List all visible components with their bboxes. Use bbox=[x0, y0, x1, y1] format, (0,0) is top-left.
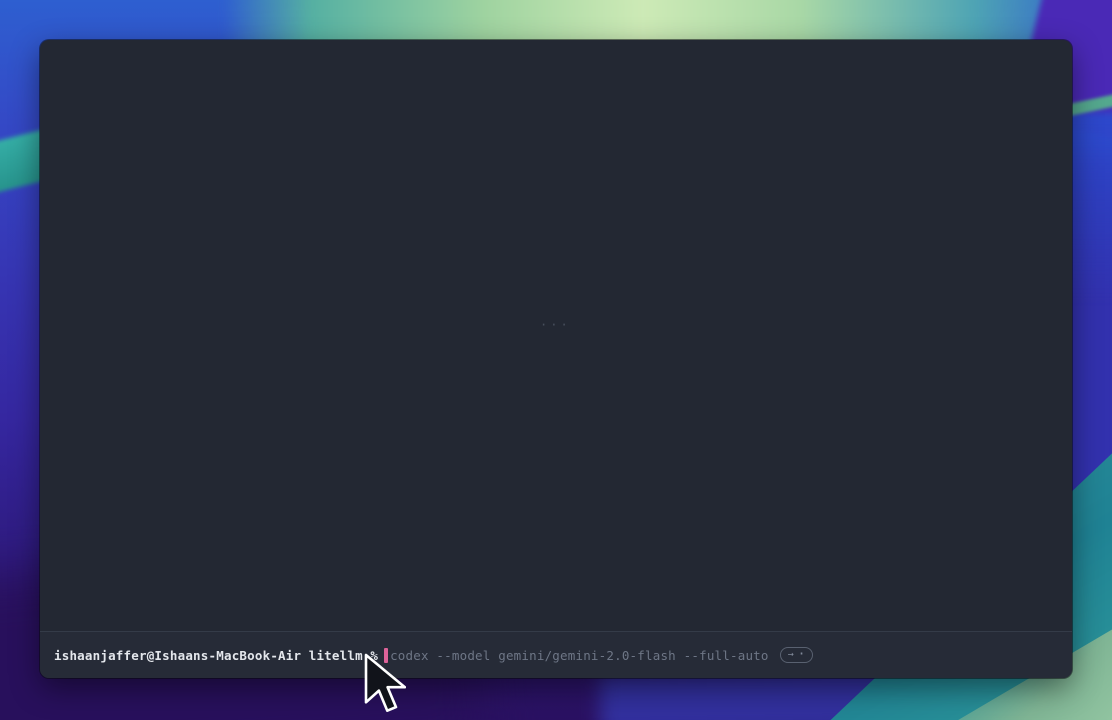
terminal-prompt-bar[interactable]: ishaanjaffer@Ishaans-MacBook-Air litellm… bbox=[40, 632, 1072, 678]
desktop-wallpaper: ··· ishaanjaffer@Ishaans-MacBook-Air lit… bbox=[0, 0, 1112, 720]
autosuggestion-text: codex --model gemini/gemini-2.0-flash --… bbox=[390, 648, 769, 663]
right-arrow-icon: → bbox=[788, 648, 794, 662]
terminal-window[interactable]: ··· ishaanjaffer@Ishaans-MacBook-Air lit… bbox=[40, 40, 1072, 678]
prompt-user-host: ishaanjaffer@Ishaans-MacBook-Air bbox=[54, 648, 301, 663]
prompt-directory: litellm bbox=[309, 648, 363, 663]
loading-dots: ··· bbox=[540, 318, 571, 332]
mouse-cursor-icon bbox=[362, 653, 406, 715]
terminal-output-area[interactable]: ··· bbox=[40, 40, 1072, 631]
hint-dot-icon: · bbox=[798, 650, 806, 660]
accept-suggestion-hint: → · bbox=[780, 647, 814, 663]
